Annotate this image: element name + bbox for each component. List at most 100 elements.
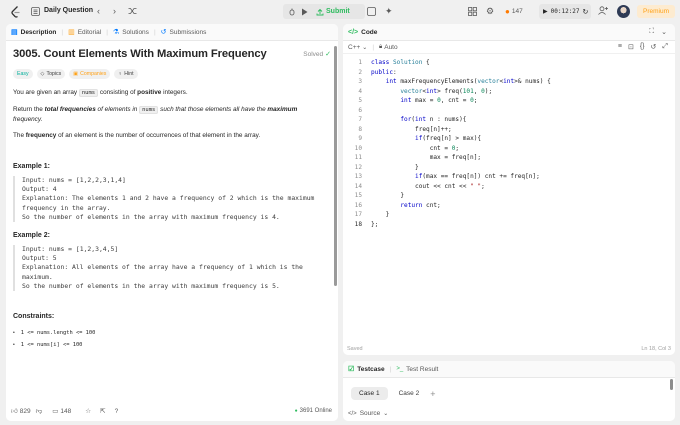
code-line[interactable]: 15 } [343,191,675,201]
tab-testcase[interactable]: ☑ Testcase [343,361,390,378]
problem-title[interactable]: 3005. Count Elements With Maximum Freque… [13,48,267,60]
testcase-panel: ☑ Testcase | >_ Test Result Case 1 Case … [343,361,675,421]
description-scrollbar[interactable] [334,46,337,286]
minimize-icon[interactable]: ⌄ [661,28,667,36]
example-1-block: Input: nums = [1,2,2,3,1,4] Output: 4 Ex… [13,176,331,223]
companies-button[interactable]: ▣ Companies [69,69,111,79]
description-paragraph-2: Return the total frequencies of elements… [13,106,298,123]
chevron-left-icon[interactable]: ‹ [97,6,100,16]
chevron-down-icon: ⌄ [362,44,368,51]
code-icon: </> [348,28,359,36]
help-icon[interactable]: ? [115,408,119,415]
reset-icon[interactable]: ↺ [651,43,657,51]
panel-divider[interactable] [339,24,342,421]
topics-button[interactable]: ◇ Topics [36,69,66,79]
case-1-tab[interactable]: Case 1 [351,387,388,400]
list-icon[interactable] [31,7,40,16]
hint-button[interactable]: ♀ Hint [114,69,138,79]
code-text: }; [371,220,379,228]
code-line[interactable]: 7 for(int n : nums){ [343,115,675,125]
dislike-button[interactable]: 👎︎ [36,407,43,415]
description-icon: ▤ [11,29,18,36]
editor-status: Saved Ln 18, Col 3 [347,346,671,352]
terminal-icon: >_ [396,366,404,372]
share-icon[interactable]: ⇱ [100,407,105,415]
source-link[interactable]: </> Source ⌄ [348,410,388,417]
grid-icon[interactable] [468,7,477,16]
history-icon: ↺ [160,29,167,36]
code-line[interactable]: 4 vector<int> freq(101, 0); [343,87,675,97]
chevron-right-icon[interactable]: › [113,6,116,16]
code-line[interactable]: 11 max = freq[n]; [343,153,675,163]
like-button[interactable]: 👍︎ 829 [11,407,31,416]
code-line[interactable]: 12 } [343,163,675,173]
line-number: 10 [354,144,362,152]
timer-play-icon: ▶ [543,9,548,15]
code-line[interactable]: 13 if(max == freq[n]) cnt += freq[n]; [343,172,675,182]
code-line[interactable]: 8 freq[n]++; [343,125,675,135]
code-line[interactable]: 16 return cnt; [343,201,675,211]
tab-description[interactable]: ▤ Description [6,24,61,41]
streak-counter[interactable]: ● 147 [505,7,523,16]
upload-icon [316,8,324,15]
braces-icon[interactable]: {} [640,43,645,51]
code-line[interactable]: 17 } [343,210,675,220]
editor-toolbar: C++ ⌄ | 🔒︎ Auto ≡ ⊡ {} ↺ ⤢ [343,41,675,54]
timer[interactable]: ▶ 00:12:27 ↻ [539,4,591,19]
tab-code[interactable]: </> Code [343,24,382,41]
code-line[interactable]: 5 int max = 0, cnt = 0; [343,96,675,106]
description-panel: ▤ Description | ▥ Editorial | ⚗ Solution… [6,24,338,421]
tab-test-result[interactable]: >_ Test Result [391,361,443,378]
line-number: 2 [358,68,362,76]
note-icon[interactable] [367,7,376,16]
code-line[interactable]: 9 if(freq[n] > max){ [343,134,675,144]
code-line[interactable]: 1 class Solution { [343,58,675,68]
code-line[interactable]: 14 cout << cnt << " "; [343,182,675,192]
code-line[interactable]: 18}; [343,220,675,230]
play-icon[interactable] [298,8,310,16]
auto-mode[interactable]: 🔒︎ Auto [379,44,398,51]
comments-button[interactable]: ▭ 148 [52,407,71,416]
tab-submissions[interactable]: ↺ Submissions [156,24,212,41]
code-editor[interactable]: 1 class Solution {2 public: 3 int maxFreque… [343,58,675,229]
expand-icon[interactable]: ⛶ [649,28,654,36]
star-icon[interactable]: ☆ [85,407,91,415]
flask-icon: ⚗ [112,29,120,36]
code-tab-bar: </> Code ⛶ ⌄ [343,24,675,41]
top-bar: Daily Question ‹ › Submit ✦ ⚙ ● 147 ▶ 00… [0,0,680,24]
avatar[interactable] [617,5,630,18]
code-text: if(freq[n] > max){ [415,135,482,142]
bookmark-icon[interactable]: ⊡ [628,43,634,51]
constraints-title: Constraints: [13,313,55,321]
code-line[interactable]: 6 [343,106,675,116]
premium-button[interactable]: Premium [637,5,675,18]
problem-content: 3005. Count Elements With Maximum Freque… [13,48,331,348]
case-2-tab[interactable]: Case 2 [393,387,426,400]
code-text: public: [371,68,397,76]
testcase-scrollbar[interactable] [670,379,673,390]
lock-icon: 🔒︎ [379,43,383,50]
code-line[interactable]: 3 int maxFrequencyElements(vector<int>& … [343,77,675,87]
sparkle-icon[interactable]: ✦ [385,6,393,17]
line-number: 5 [358,97,362,104]
code-text: freq[n]++; [371,125,452,133]
add-user-icon[interactable] [598,6,608,15]
gear-icon[interactable]: ⚙ [486,6,494,17]
format-icon[interactable]: ≡ [618,43,622,51]
code-line[interactable]: 10 cnt = 0; [343,144,675,154]
logo[interactable] [11,6,21,18]
line-number: 7 [358,116,362,123]
shuffle-icon[interactable] [128,7,137,15]
tab-solutions[interactable]: ⚗ Solutions [108,24,154,41]
code-text: cout << cnt << " "; [371,182,485,190]
code-line[interactable]: 2 public: [343,68,675,78]
language-select[interactable]: C++ ⌄ [348,44,367,51]
add-case-icon[interactable]: + [430,389,435,399]
daily-question-title[interactable]: Daily Question [44,7,93,14]
code-text: vector<int> freq(101, 0); [400,87,493,95]
tab-editorial[interactable]: ▥ Editorial [63,24,106,41]
submit-button[interactable]: Submit [316,8,350,16]
code-text: max = freq[n]; [371,154,482,161]
fullscreen-icon[interactable]: ⤢ [662,43,668,51]
bug-icon[interactable] [285,8,298,16]
